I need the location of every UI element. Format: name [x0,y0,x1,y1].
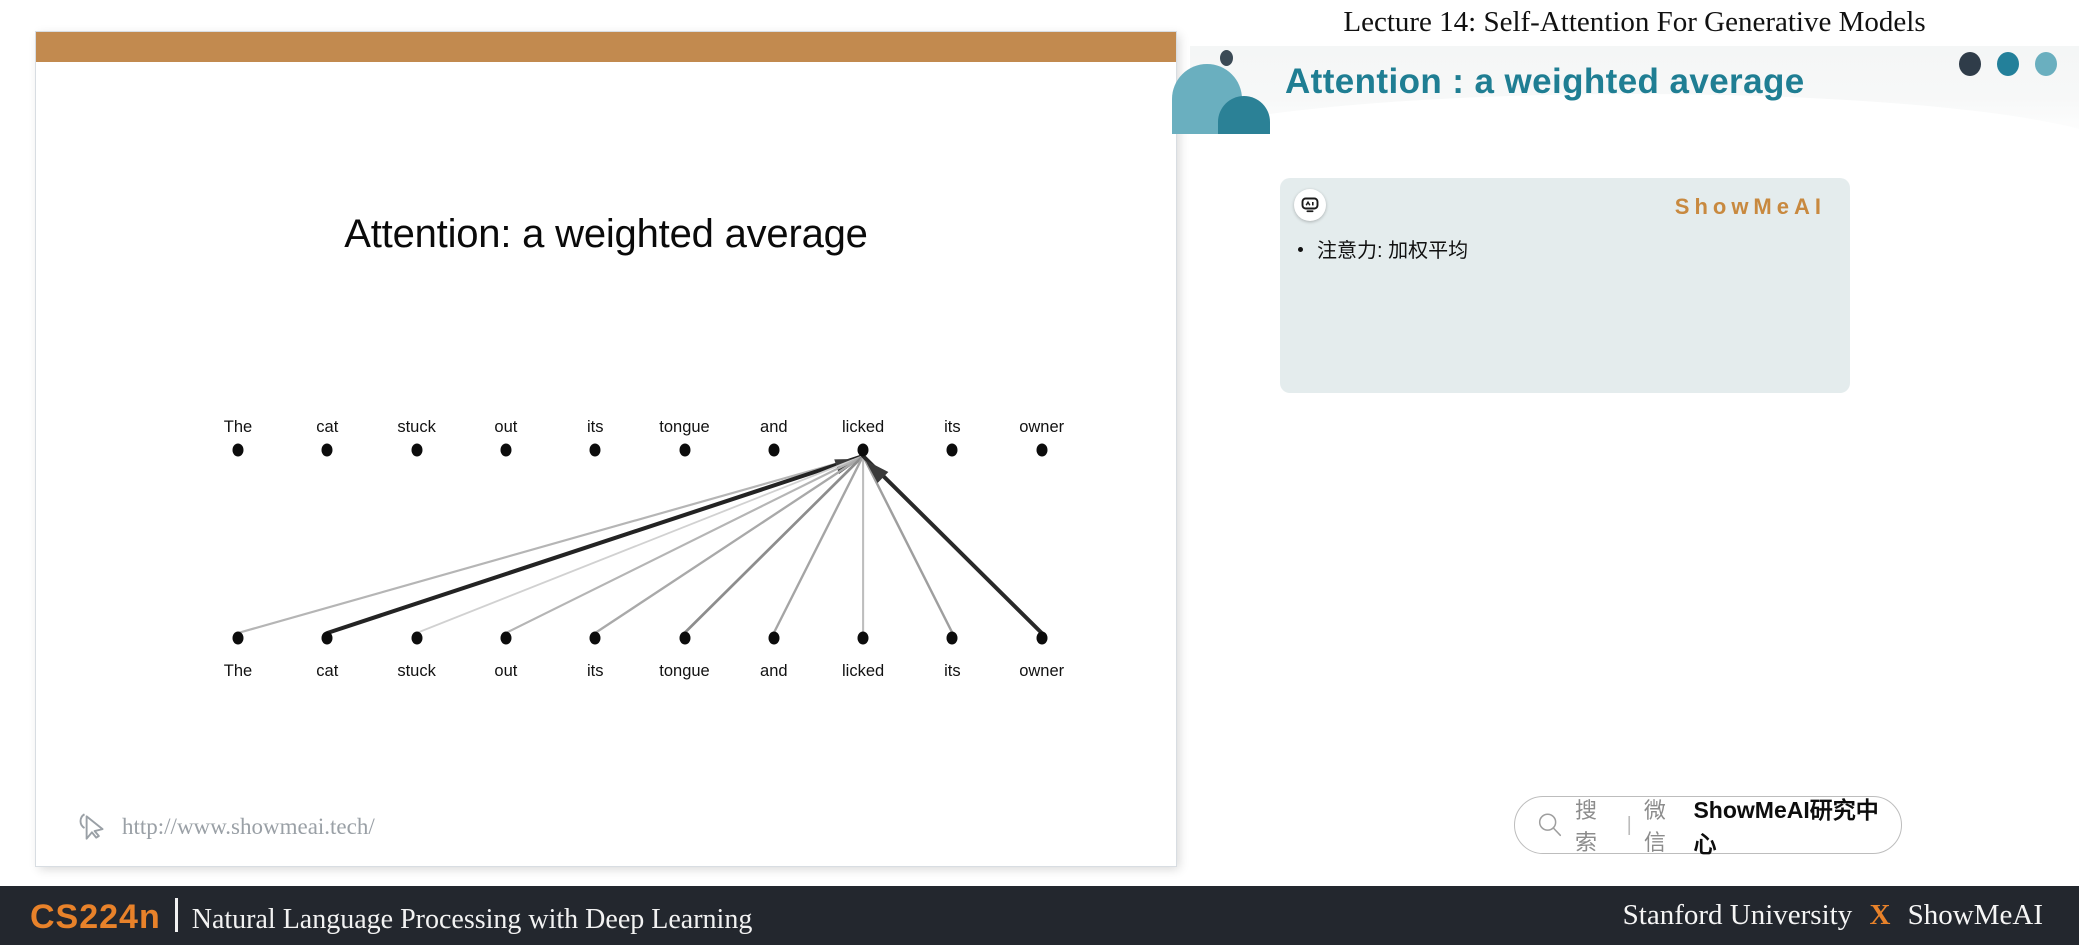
top-node-dot-2 [411,443,423,457]
top-node-dot-4 [589,443,601,457]
top-word-label-9: owner [1019,418,1065,436]
bottom-node-dot-0 [232,631,244,645]
bottom-node-dot-2 [411,631,423,645]
bottom-word-label-5: tongue [659,662,710,680]
footer-url-text: http://www.showmeai.tech/ [122,814,375,839]
decorative-dot-3 [2035,52,2057,76]
top-node-dot-1 [321,443,333,457]
note-bullet-item: 注意力: 加权平均 [1298,234,1468,263]
bottom-word-label-0: The [223,662,253,680]
course-name: Natural Language Processing with Deep Le… [191,904,753,935]
bottom-bar: CS224n Natural Language Processing with … [0,886,2079,945]
slide-area: Attention: a weighted average The cat stuc… [0,0,1190,886]
bullet-point-icon [1298,247,1303,252]
bottom-node-dot-6 [768,631,780,645]
slide-title: Attention: a weighted average [344,212,868,256]
top-word-label-8: its [944,418,961,436]
attention-diagram: The cat stuck out its tongue and licked its owner… [36,32,1176,866]
decorative-small-dot [1220,50,1233,66]
top-word-label-6: and [760,418,788,436]
slide-accent-bar [36,32,1176,62]
search-magnifier-icon [1538,813,1562,837]
bottom-word-label-4: its [586,662,604,680]
bottom-node-dot-3 [500,631,512,645]
top-word-label-0: The [223,418,253,436]
slide-footer-url[interactable]: http://www.showmeai.tech/ [76,810,375,844]
bottom-node-dot-1 [321,631,333,645]
search-label: 搜索 [1575,798,1598,855]
affiliation-left: Stanford University [1622,899,1853,931]
branding-divider [174,898,178,932]
bottom-word-label-3: out [494,662,518,680]
cursor-arrow-icon [79,813,104,840]
decorative-dot-2 [1997,52,2019,76]
bottom-node-dot-9 [1036,631,1048,645]
showmeai-watermark: ShowMeAI [1674,194,1826,219]
affiliation-right: ShowMeAI [1907,899,2043,931]
course-code: CS224n [30,898,161,936]
top-node-dot-3 [500,443,512,457]
bottom-node-dot-5 [679,631,690,645]
search-separator: | [1626,813,1632,836]
attention-edges [236,453,1044,636]
presentation-slide[interactable]: Attention: a weighted average The cat stuc… [36,32,1176,866]
top-node-dot-6 [768,443,780,457]
top-node-dot-8 [946,443,958,457]
robot-face-icon [1294,189,1326,221]
right-panel: Lecture 14: Self-Attention For Generativ… [1172,0,2079,886]
search-channel: 微信 [1643,798,1666,855]
bottom-word-label-8: its [944,662,961,680]
top-word-label-7: licked [842,418,885,436]
wechat-search-pill[interactable]: 搜索 | 微信 ShowMeAI研究中心 [1514,796,1902,857]
bottom-word-label-9: owner [1019,662,1065,680]
top-word-label-5: tongue [659,418,710,436]
bottom-word-label-7: licked [842,662,885,680]
bottom-word-label-2: stuck [397,662,436,680]
course-branding: CS224n Natural Language Processing with … [30,894,752,937]
note-bullet-text: 注意力: 加权平均 [1317,240,1469,262]
top-word-label-4: its [586,418,604,436]
affiliation-x: X [1869,899,1891,931]
bottom-node-dot-7 [857,631,869,645]
bottom-word-label-6: and [760,662,788,680]
top-word-label-3: out [494,418,518,436]
top-node-dot-0 [232,443,244,457]
bottom-word-label-1: cat [316,662,339,680]
decorative-dot-group [1959,52,2057,76]
note-card: ShowMeAI 注意力: 加权平均 [1280,178,1850,393]
top-node-dot-5 [679,443,690,457]
section-title: Attention : a weighted average [1285,62,1805,101]
bottom-node-dot-8 [946,631,958,645]
search-account-name: ShowMeAI研究中心 [1693,797,1879,857]
top-word-label-2: stuck [397,418,436,436]
decorative-dot-1 [1959,52,1981,76]
bottom-node-dot-4 [589,631,601,645]
affiliation-branding: Stanford University X ShowMeAI [1623,899,2043,932]
top-word-label-1: cat [316,418,339,436]
lecture-title: Lecture 14: Self-Attention For Generativ… [1343,6,1926,38]
top-node-dot-7 [857,443,869,457]
top-node-dot-9 [1036,443,1048,457]
